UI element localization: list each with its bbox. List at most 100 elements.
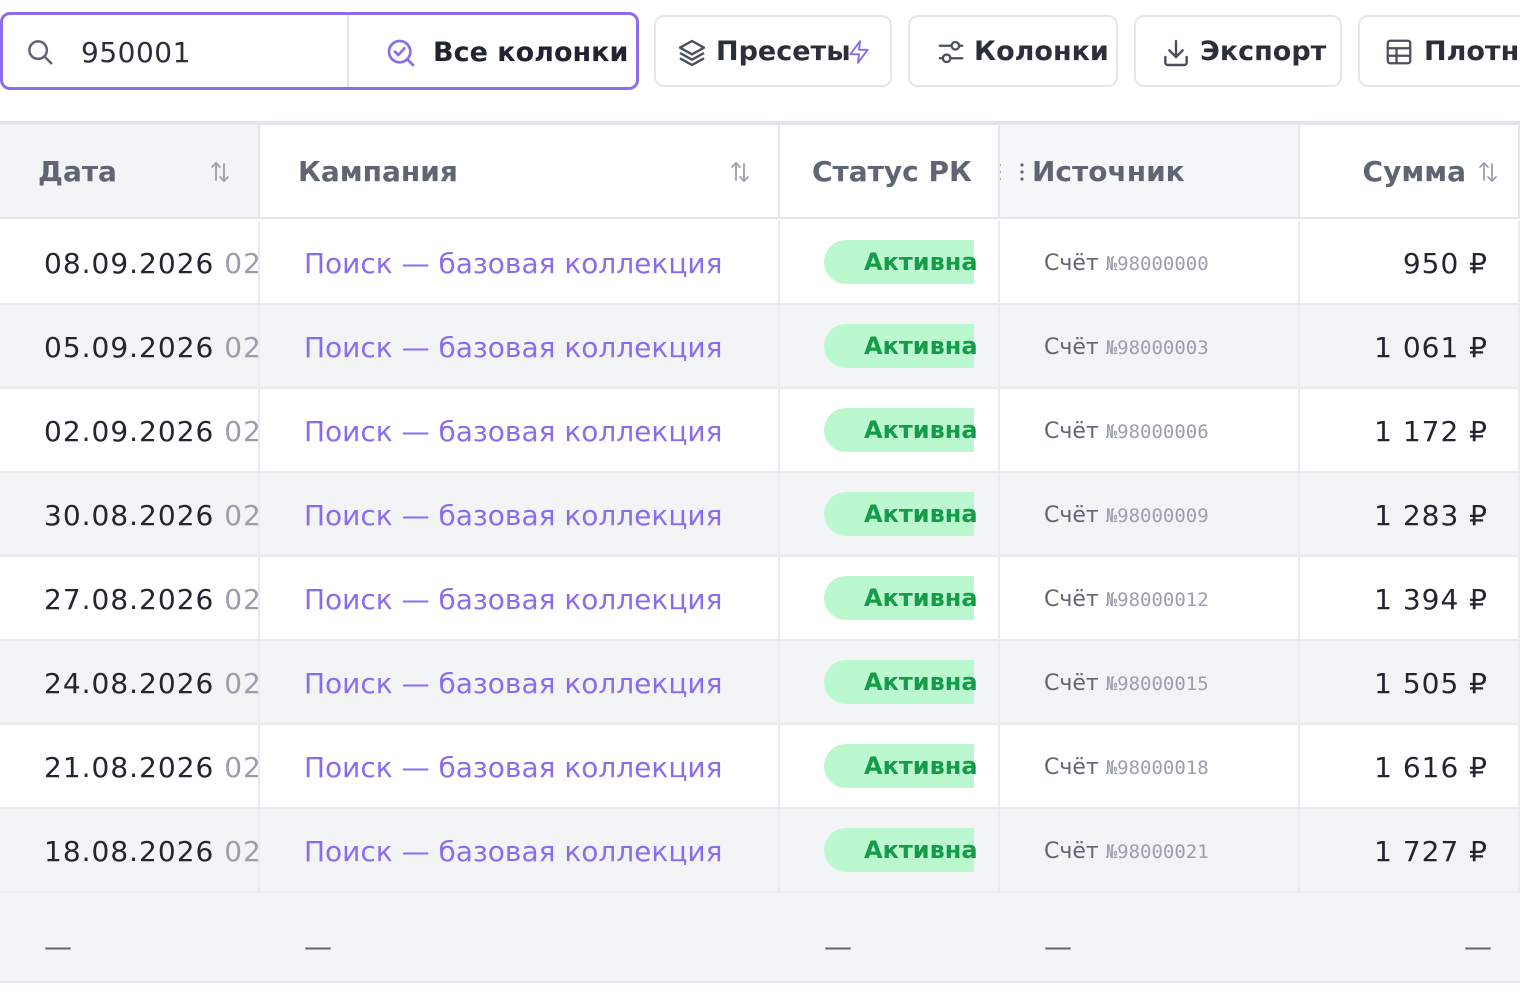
sum-value: 1 505 ₽ <box>1374 667 1488 700</box>
column-header-sum[interactable]: Сумма <box>1300 125 1520 217</box>
source-value: Счёт №98000003 <box>1044 305 1209 387</box>
campaign-link[interactable]: Поиск — базовая коллекция <box>304 809 722 891</box>
check-circle-search-icon[interactable] <box>385 37 417 69</box>
source-label: Счёт <box>1044 671 1099 696</box>
campaign-link[interactable]: Поиск — базовая коллекция <box>304 725 722 807</box>
column-header-status-label: Статус РК <box>812 155 972 188</box>
source-number: №98000006 <box>1105 421 1209 443</box>
table-grid-icon <box>1386 39 1412 65</box>
campaign-link[interactable]: Поиск — базовая коллекция <box>304 557 722 639</box>
status-badge: Активна <box>824 492 978 536</box>
campaign-link[interactable]: Поиск — базовая коллекция <box>304 305 722 387</box>
cell-status: Активна <box>780 641 1000 723</box>
source-value: Счёт №98000021 <box>1044 809 1209 891</box>
cell-source: Счёт №98000018 <box>1000 725 1300 807</box>
column-header-date[interactable]: Дата <box>0 125 260 217</box>
cell-campaign: Поиск — базовая коллекция <box>260 305 780 387</box>
table-row[interactable]: 02.09.2026 02 Поиск — базовая коллекция Ак… <box>0 389 1520 473</box>
cell-campaign: Поиск — базовая коллекция <box>260 641 780 723</box>
campaign-link[interactable]: Поиск — базовая коллекция <box>304 221 722 303</box>
sum-value: 1 394 ₽ <box>1374 583 1488 616</box>
date-day: 08.09.2026 <box>44 247 215 280</box>
cell-sum: 1 061 ₽ <box>1300 305 1520 387</box>
date-day: 21.08.2026 <box>44 751 215 784</box>
cell-source: Счёт №98000012 <box>1000 557 1300 639</box>
sort-icon[interactable] <box>208 160 232 184</box>
cell-status: Активна <box>780 305 1000 387</box>
footer-source: — <box>1044 930 1072 963</box>
table-row[interactable]: 24.08.2026 02 Поиск — базовая коллекция Ак… <box>0 641 1520 725</box>
sort-icon[interactable] <box>1476 160 1500 184</box>
status-badge: Активна <box>824 660 978 704</box>
search-icon <box>28 40 53 65</box>
column-header-campaign[interactable]: Кампания <box>260 125 780 217</box>
cell-campaign: Поиск — базовая коллекция <box>260 557 780 639</box>
campaign-link[interactable]: Поиск — базовая коллекция <box>304 473 722 555</box>
table-row[interactable]: 18.08.2026 02 Поиск — базовая коллекция Ак… <box>0 809 1520 893</box>
cell-campaign: Поиск — базовая коллекция <box>260 809 780 891</box>
date-time: 02 <box>224 583 260 616</box>
status-badge: Активна <box>824 324 978 368</box>
source-number: №98000003 <box>1105 337 1209 359</box>
table-row[interactable]: 30.08.2026 02 Поиск — базовая коллекция Ак… <box>0 473 1520 557</box>
cell-date: 27.08.2026 02 <box>0 557 260 639</box>
data-table: Дата Кампания Статус РК Источник Сумма 0… <box>0 121 1520 983</box>
sliders-icon <box>938 40 964 64</box>
column-header-source[interactable]: Источник <box>1000 125 1300 217</box>
date-day: 30.08.2026 <box>44 499 215 532</box>
column-header-status[interactable]: Статус РК <box>780 125 1000 217</box>
date-time: 02 <box>224 247 260 280</box>
cell-campaign: Поиск — базовая коллекция <box>260 389 780 471</box>
campaign-link[interactable]: Поиск — базовая коллекция <box>304 389 722 471</box>
cell-status: Активна <box>780 473 1000 555</box>
drag-handle-icon[interactable] <box>1000 161 1026 183</box>
sort-icon[interactable] <box>728 160 752 184</box>
cell-date: 21.08.2026 02 <box>0 725 260 807</box>
column-header-date-label: Дата <box>38 155 117 188</box>
source-label: Счёт <box>1044 503 1099 528</box>
export-button[interactable]: Экспорт <box>1134 15 1342 87</box>
search-scope-select[interactable]: Все колонки <box>433 15 628 87</box>
source-number: №98000000 <box>1105 253 1209 275</box>
footer-sum: — <box>1464 930 1492 963</box>
page: 950001 Все колонки Пресеты Колонки Экспо… <box>0 0 1520 1004</box>
source-label: Счёт <box>1044 335 1099 360</box>
source-label: Счёт <box>1044 587 1099 612</box>
table-row[interactable]: 21.08.2026 02 Поиск — базовая коллекция Ак… <box>0 725 1520 809</box>
sum-value: 1 283 ₽ <box>1374 499 1488 532</box>
cell-date: 02.09.2026 02 <box>0 389 260 471</box>
table-row[interactable]: 27.08.2026 02 Поиск — базовая коллекция Ак… <box>0 557 1520 641</box>
status-badge: Активна <box>824 240 978 284</box>
sum-value: 1 727 ₽ <box>1374 835 1488 868</box>
cell-sum: 1 616 ₽ <box>1300 725 1520 807</box>
cell-source: Счёт №98000015 <box>1000 641 1300 723</box>
date-time: 02 <box>224 415 260 448</box>
columns-button[interactable]: Колонки <box>908 15 1118 87</box>
cell-campaign: Поиск — базовая коллекция <box>260 221 780 303</box>
columns-label: Колонки <box>974 36 1109 67</box>
status-badge: Активна <box>824 828 978 872</box>
table-row[interactable]: 05.09.2026 02 Поиск — базовая коллекция Ак… <box>0 305 1520 389</box>
source-value: Счёт №98000000 <box>1044 221 1209 303</box>
source-number: №98000021 <box>1105 841 1209 863</box>
search-input[interactable]: 950001 <box>81 15 331 87</box>
source-number: №98000009 <box>1105 505 1209 527</box>
status-badge: Активна <box>824 408 978 452</box>
presets-button[interactable]: Пресеты <box>654 15 892 87</box>
layers-icon <box>678 39 706 67</box>
source-label: Счёт <box>1044 419 1099 444</box>
table-footer-row: — — — — — <box>0 893 1520 981</box>
date-time: 02 <box>224 331 260 364</box>
density-label: Плотно <box>1424 36 1520 67</box>
date-time: 02 <box>224 499 260 532</box>
table-header: Дата Кампания Статус РК Источник Сумма <box>0 125 1520 219</box>
table-row[interactable]: 08.09.2026 02 Поиск — базовая коллекция Ак… <box>0 221 1520 305</box>
campaign-link[interactable]: Поиск — базовая коллекция <box>304 641 722 723</box>
density-button[interactable]: Плотно <box>1358 15 1520 87</box>
toolbar: 950001 Все колонки Пресеты Колонки Экспо… <box>0 0 1520 100</box>
cell-source: Счёт №98000021 <box>1000 809 1300 891</box>
source-label: Счёт <box>1044 839 1099 864</box>
column-header-campaign-label: Кампания <box>298 155 458 188</box>
date-value: 08.09.2026 02 <box>44 221 260 303</box>
cell-sum: 1 505 ₽ <box>1300 641 1520 723</box>
